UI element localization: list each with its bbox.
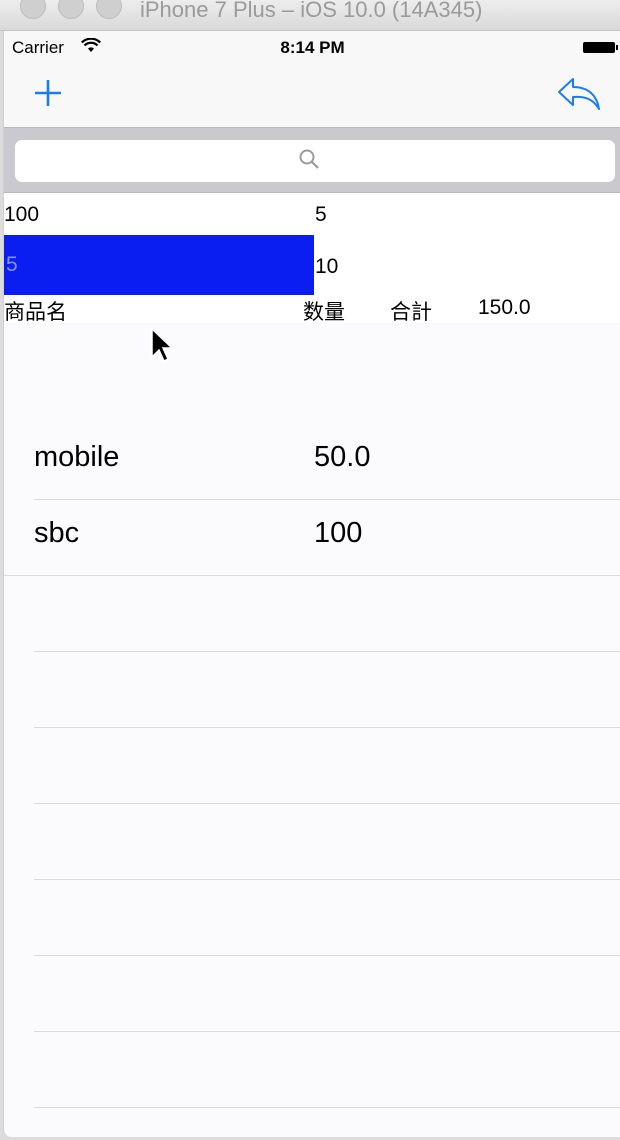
empty-row xyxy=(34,652,620,728)
total-label: 合計 xyxy=(390,301,432,324)
second-quantity-field[interactable]: 10 xyxy=(315,255,338,279)
window-zoom-button[interactable] xyxy=(96,0,122,19)
navigation-bar xyxy=(4,63,620,127)
total-value: 150.0 xyxy=(478,296,531,319)
window-title: iPhone 7 Plus – iOS 10.0 (14A345) xyxy=(140,0,483,22)
product-form: 100 5 10 商品名 数量 合計 150.0 xyxy=(4,193,620,324)
phone-screen: Carrier 8:14 PM 100 5 10 商品名 数量 合計 1 xyxy=(3,31,620,1137)
mouse-pointer-icon xyxy=(151,327,174,363)
empty-row xyxy=(34,1032,620,1108)
search-bar xyxy=(4,127,620,193)
battery-icon xyxy=(583,42,618,53)
quantity-field[interactable]: 5 xyxy=(315,203,327,227)
price-input[interactable] xyxy=(4,235,314,295)
empty-row xyxy=(34,728,620,804)
window-minimize-button[interactable] xyxy=(58,0,84,19)
table-row[interactable]: mobile 50.0 xyxy=(34,424,620,500)
item-name: sbc xyxy=(34,517,80,549)
empty-row xyxy=(34,956,620,1032)
items-table: mobile 50.0 sbc 100 xyxy=(4,424,620,1108)
product-name-label: 商品名 xyxy=(4,301,67,324)
item-name: mobile xyxy=(34,441,120,473)
item-value: 100 xyxy=(314,517,363,549)
empty-row xyxy=(34,880,620,956)
quantity-label: 数量 xyxy=(303,301,345,324)
value-field[interactable]: 100 xyxy=(4,203,39,227)
status-bar: Carrier 8:14 PM xyxy=(4,31,620,63)
reply-arrow-icon[interactable] xyxy=(557,77,601,111)
empty-row xyxy=(34,804,620,880)
window-close-button[interactable] xyxy=(20,0,46,19)
item-value: 50.0 xyxy=(314,441,371,473)
simulator-titlebar: iPhone 7 Plus – iOS 10.0 (14A345) xyxy=(0,0,620,31)
empty-row xyxy=(34,576,620,652)
plus-icon[interactable] xyxy=(30,75,66,111)
table-row[interactable]: sbc 100 xyxy=(4,500,620,576)
search-input[interactable] xyxy=(15,140,615,182)
status-time: 8:14 PM xyxy=(280,38,345,57)
